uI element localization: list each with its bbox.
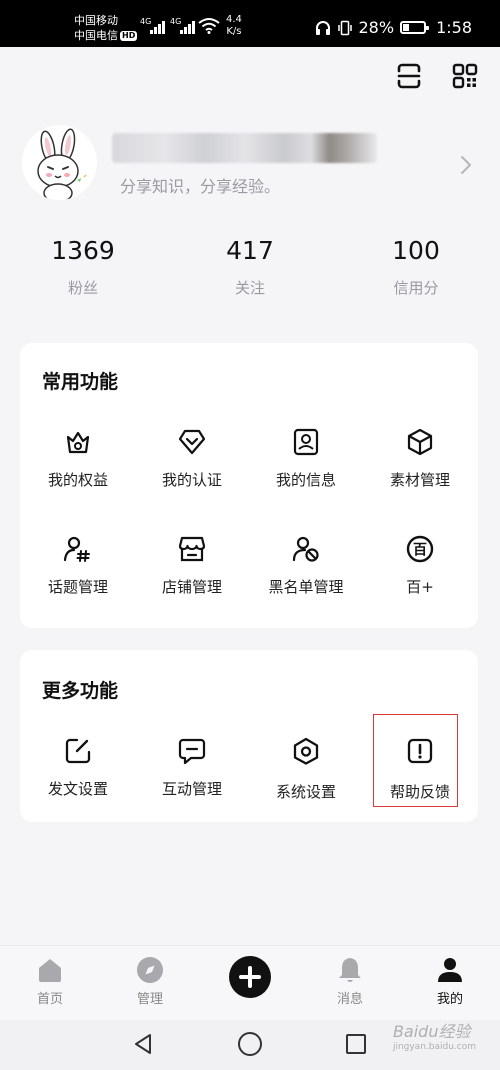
tile-label: 百+ xyxy=(406,578,434,596)
status-bar: 中国移动 中国电信 HD 4G 4G 4.4 K/s 28% 1:58 xyxy=(0,0,500,47)
status-right: 28% 1:58 xyxy=(315,18,472,37)
home-circle-icon[interactable] xyxy=(237,1031,263,1057)
stat-following[interactable]: 417 关注 xyxy=(195,236,305,298)
tile-blacklist-management[interactable]: 黑名单管理 xyxy=(249,534,363,597)
profile-bio: 分享知识，分享经验。 xyxy=(120,177,281,196)
user-icon xyxy=(438,958,462,982)
nav-home[interactable]: 首页 xyxy=(15,956,85,1007)
chevron-right-icon[interactable] xyxy=(459,154,473,176)
user-hashtag-icon xyxy=(63,536,90,562)
edit-icon xyxy=(65,738,91,764)
section-title: 常用功能 xyxy=(42,371,119,393)
stat-value: 100 xyxy=(392,236,440,265)
avatar[interactable] xyxy=(22,125,97,200)
stat-credit[interactable]: 100 信用分 xyxy=(361,236,471,298)
nav-label: 消息 xyxy=(336,992,363,1007)
nav-label: 我的 xyxy=(436,992,463,1007)
nav-messages[interactable]: 消息 xyxy=(315,956,385,1007)
shop-icon xyxy=(178,536,206,562)
section-title: 更多功能 xyxy=(42,680,119,702)
bell-icon xyxy=(339,958,361,982)
stat-value: 417 xyxy=(226,236,274,265)
carrier-2: 中国电信 xyxy=(74,29,118,42)
tile-bai-plus[interactable]: 百 百+ xyxy=(363,534,477,597)
watermark-text: Baidu经验 xyxy=(392,1022,471,1041)
recent-apps-square-icon[interactable] xyxy=(344,1032,368,1056)
chat-icon xyxy=(178,738,206,765)
watermark: Baidu经验 jingyan.baidu.com xyxy=(393,1018,476,1052)
stat-label: 粉丝 xyxy=(67,279,98,297)
tile-label: 系统设置 xyxy=(275,783,336,801)
tile-label: 素材管理 xyxy=(389,471,450,489)
scan-icon[interactable] xyxy=(395,62,423,90)
nav-label: 首页 xyxy=(36,992,63,1007)
user-block-icon xyxy=(292,536,319,562)
back-triangle-icon[interactable] xyxy=(131,1032,155,1056)
wifi-icon xyxy=(198,18,220,34)
compass-icon xyxy=(137,957,163,983)
vibrate-icon xyxy=(337,20,352,35)
tile-label: 话题管理 xyxy=(47,578,108,596)
tile-shop-management[interactable]: 店铺管理 xyxy=(135,534,249,597)
tile-label: 发文设置 xyxy=(47,780,108,798)
nav-mine[interactable]: 我的 xyxy=(415,956,485,1007)
username-blurred xyxy=(112,133,377,163)
settings-hexagon-icon xyxy=(293,737,319,765)
tile-my-info[interactable]: 我的信息 xyxy=(249,427,363,490)
tile-topic-management[interactable]: 话题管理 xyxy=(21,534,135,597)
network-speed: 4.4 K/s xyxy=(226,14,242,38)
stat-label: 关注 xyxy=(234,279,265,297)
stat-fans[interactable]: 1369 粉丝 xyxy=(28,236,138,298)
hd-badge: HD xyxy=(120,31,138,41)
tile-label: 我的信息 xyxy=(275,471,336,489)
rabbit-avatar-icon xyxy=(37,128,87,200)
nav-label: 管理 xyxy=(136,992,163,1007)
battery-icon xyxy=(400,21,430,34)
home-icon xyxy=(39,959,61,982)
tile-my-verification[interactable]: 我的认证 xyxy=(135,427,249,490)
create-post-button[interactable] xyxy=(229,956,271,998)
bai-circle-icon: 百 xyxy=(406,535,434,563)
nav-manage[interactable]: 管理 xyxy=(115,956,185,1007)
watermark-url: jingyan.baidu.com xyxy=(392,1042,476,1052)
carrier-info: 中国移动 中国电信 HD xyxy=(74,13,138,43)
tile-label: 黑名单管理 xyxy=(268,578,344,596)
tile-system-settings[interactable]: 系统设置 xyxy=(249,736,363,802)
carrier-1: 中国移动 xyxy=(74,14,118,27)
stat-label: 信用分 xyxy=(393,279,439,297)
stat-value: 1369 xyxy=(51,236,115,265)
profile-card-icon xyxy=(293,428,319,456)
tile-interaction-management[interactable]: 互动管理 xyxy=(135,736,249,799)
headset-icon xyxy=(315,20,330,35)
tile-material-management[interactable]: 素材管理 xyxy=(363,427,477,490)
battery-percent: 28% xyxy=(358,18,395,37)
speed-value: 4.4 xyxy=(226,14,242,25)
highlight-annotation-box xyxy=(373,714,458,807)
tile-my-benefits[interactable]: 我的权益 xyxy=(21,427,135,490)
common-functions-card: 常用功能 我的权益 我的认证 我的信息 素材管理 话题管理 店铺管理 黑名单管理… xyxy=(20,343,478,628)
cube-icon xyxy=(407,428,433,456)
tile-label: 互动管理 xyxy=(161,780,222,798)
tile-label: 店铺管理 xyxy=(161,578,222,596)
tile-label: 我的权益 xyxy=(47,471,108,489)
tile-post-settings[interactable]: 发文设置 xyxy=(21,736,135,799)
crown-icon xyxy=(66,431,90,454)
signal-bars-1-icon xyxy=(150,20,165,34)
speed-unit: K/s xyxy=(226,26,242,37)
signal-bars-2-icon xyxy=(180,20,195,34)
bai-glyph: 百 xyxy=(413,543,427,559)
plus-icon xyxy=(239,966,261,988)
verified-shield-icon xyxy=(178,429,206,455)
clock: 1:58 xyxy=(436,18,472,37)
qr-code-icon[interactable] xyxy=(451,62,479,90)
tile-label: 我的认证 xyxy=(161,471,222,489)
